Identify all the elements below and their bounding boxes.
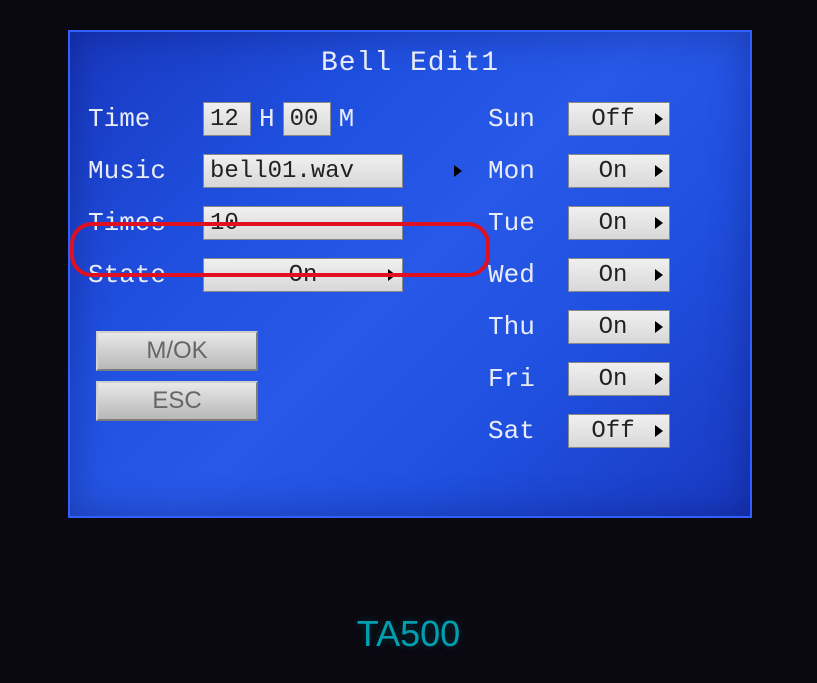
chevron-right-icon (655, 321, 663, 333)
page-title: Bell Edit1 (70, 32, 750, 93)
time-row: Time 12 H 00 M (88, 93, 468, 145)
state-label: State (88, 260, 203, 290)
day-toggle-tue[interactable]: On (568, 206, 670, 240)
time-label: Time (88, 104, 203, 134)
day-label: Sat (488, 416, 568, 446)
day-value: On (599, 314, 628, 341)
day-row-fri: Fri On (488, 353, 732, 405)
hour-unit-label: H (259, 104, 275, 134)
hour-input[interactable]: 12 (203, 102, 251, 136)
day-row-mon: Mon On (488, 145, 732, 197)
day-value: Off (591, 106, 634, 133)
chevron-right-icon (655, 217, 663, 229)
day-value: On (599, 210, 628, 237)
state-row: State On (88, 249, 468, 301)
day-row-sun: Sun Off (488, 93, 732, 145)
day-toggle-sat[interactable]: Off (568, 414, 670, 448)
minute-unit-label: M (339, 104, 355, 134)
times-row: Times 10 (88, 197, 468, 249)
day-toggle-wed[interactable]: On (568, 258, 670, 292)
button-group: M/OK ESC (88, 331, 468, 421)
chevron-right-icon (655, 373, 663, 385)
day-toggle-sun[interactable]: Off (568, 102, 670, 136)
day-value: On (599, 262, 628, 289)
device-model-label: TA500 (0, 613, 817, 655)
state-dropdown[interactable]: On (203, 258, 403, 292)
day-toggle-fri[interactable]: On (568, 362, 670, 396)
day-label: Tue (488, 208, 568, 238)
day-toggle-mon[interactable]: On (568, 154, 670, 188)
day-label: Sun (488, 104, 568, 134)
chevron-right-icon (454, 165, 462, 177)
times-input[interactable]: 10 (203, 206, 403, 240)
minute-input[interactable]: 00 (283, 102, 331, 136)
music-value: bell01.wav (210, 158, 354, 185)
state-value: On (289, 262, 318, 289)
left-column: Time 12 H 00 M Music bell01.wav Times 10… (88, 93, 468, 457)
day-toggle-thu[interactable]: On (568, 310, 670, 344)
day-label: Fri (488, 364, 568, 394)
day-value: On (599, 366, 628, 393)
day-row-tue: Tue On (488, 197, 732, 249)
chevron-right-icon (388, 269, 396, 281)
ok-button[interactable]: M/OK (96, 331, 258, 371)
day-row-wed: Wed On (488, 249, 732, 301)
day-row-sat: Sat Off (488, 405, 732, 457)
days-column: Sun Off Mon On Tue On (488, 93, 732, 457)
content-area: Time 12 H 00 M Music bell01.wav Times 10… (70, 93, 750, 457)
music-label: Music (88, 156, 203, 186)
day-label: Wed (488, 260, 568, 290)
bell-edit-screen: Bell Edit1 Time 12 H 00 M Music bell01.w… (68, 30, 752, 518)
chevron-right-icon (655, 269, 663, 281)
esc-button[interactable]: ESC (96, 381, 258, 421)
day-value: On (599, 158, 628, 185)
music-row: Music bell01.wav (88, 145, 468, 197)
chevron-right-icon (655, 165, 663, 177)
day-value: Off (591, 418, 634, 445)
day-row-thu: Thu On (488, 301, 732, 353)
times-label: Times (88, 208, 203, 238)
chevron-right-icon (655, 425, 663, 437)
day-label: Mon (488, 156, 568, 186)
day-label: Thu (488, 312, 568, 342)
chevron-right-icon (655, 113, 663, 125)
music-dropdown[interactable]: bell01.wav (203, 154, 403, 188)
